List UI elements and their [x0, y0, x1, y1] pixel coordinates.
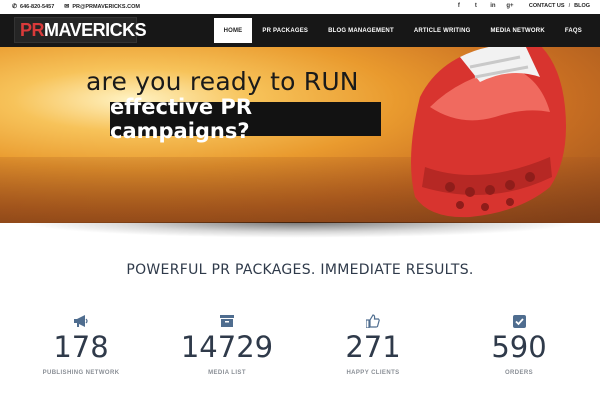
nav-item-blog-management[interactable]: BLOG MANAGEMENT — [318, 18, 404, 43]
checkbox-icon — [444, 313, 594, 329]
twitter-icon[interactable]: t — [472, 3, 480, 9]
stat-value: 178 — [53, 330, 109, 364]
stat-media-list: 14729 MEDIA LIST — [152, 313, 302, 376]
stats-row: 178 PUBLISHING NETWORK 14729 MEDIA LIST … — [0, 313, 600, 393]
stat-label: ORDERS — [504, 370, 534, 376]
envelope-icon: ✉ — [64, 4, 70, 10]
linkedin-icon[interactable]: in — [489, 3, 497, 9]
hero-headline-line2: effective PR campaigns? — [110, 95, 381, 143]
site-logo[interactable]: PR MAVERICKS — [14, 17, 147, 43]
stat-label: MEDIA LIST — [208, 370, 246, 376]
contact-us-link[interactable]: CONTACT US — [529, 3, 565, 9]
stat-value: 590 — [491, 330, 547, 364]
googleplus-icon[interactable]: g+ — [506, 3, 514, 9]
stat-value: 14729 — [180, 330, 274, 364]
logo-pr-text: PR — [20, 19, 45, 40]
blog-link[interactable]: BLOG — [574, 3, 590, 9]
email-address: PR@PRMAVERICKS.COM — [72, 3, 140, 10]
hero-banner: are you ready to RUN effective PR campai… — [0, 47, 600, 223]
nav-item-faqs[interactable]: FAQS — [555, 18, 592, 43]
facebook-icon[interactable]: f — [455, 3, 463, 9]
running-shoe-image — [411, 47, 566, 218]
phone-icon: ✆ — [12, 4, 18, 10]
logo-mavericks-text: MAVERICKS — [44, 19, 147, 40]
nav-item-pr-packages[interactable]: PR PACKAGES — [252, 18, 318, 43]
stat-label: PUBLISHING NETWORK — [42, 370, 120, 376]
hero-shadow — [20, 222, 580, 238]
nav-item-home[interactable]: HOME — [213, 18, 253, 43]
main-navigation: PR MAVERICKS HOME PR PACKAGES BLOG MANAGE… — [0, 14, 600, 47]
archive-box-icon — [152, 313, 302, 329]
stat-happy-clients: 271 HAPPY CLIENTS — [298, 313, 448, 376]
nav-menu: HOME PR PACKAGES BLOG MANAGEMENT ARTICLE… — [213, 18, 592, 43]
phone-contact[interactable]: ✆ 646-820-5457 — [12, 3, 55, 11]
megaphone-icon — [6, 313, 156, 329]
stat-value: 271 — [345, 330, 401, 364]
section-title: POWERFUL PR PACKAGES. IMMEDIATE RESULTS. — [126, 262, 474, 278]
top-bar: ✆ 646-820-5457 ✉ PR@PRMAVERICKS.COM f t … — [0, 0, 600, 14]
stat-publishing-network: 178 PUBLISHING NETWORK — [6, 313, 156, 376]
hero-headline-line1: are you ready to RUN — [86, 67, 359, 96]
phone-number: 646-820-5457 — [20, 3, 55, 10]
nav-item-article-writing[interactable]: ARTICLE WRITING — [404, 18, 481, 43]
link-separator: / — [568, 3, 571, 9]
stat-orders: 590 ORDERS — [444, 313, 594, 376]
stat-label: HAPPY CLIENTS — [346, 370, 400, 376]
thumbs-up-icon — [298, 313, 448, 329]
nav-item-media-network[interactable]: MEDIA NETWORK — [480, 18, 554, 43]
email-contact[interactable]: ✉ PR@PRMAVERICKS.COM — [64, 3, 140, 11]
